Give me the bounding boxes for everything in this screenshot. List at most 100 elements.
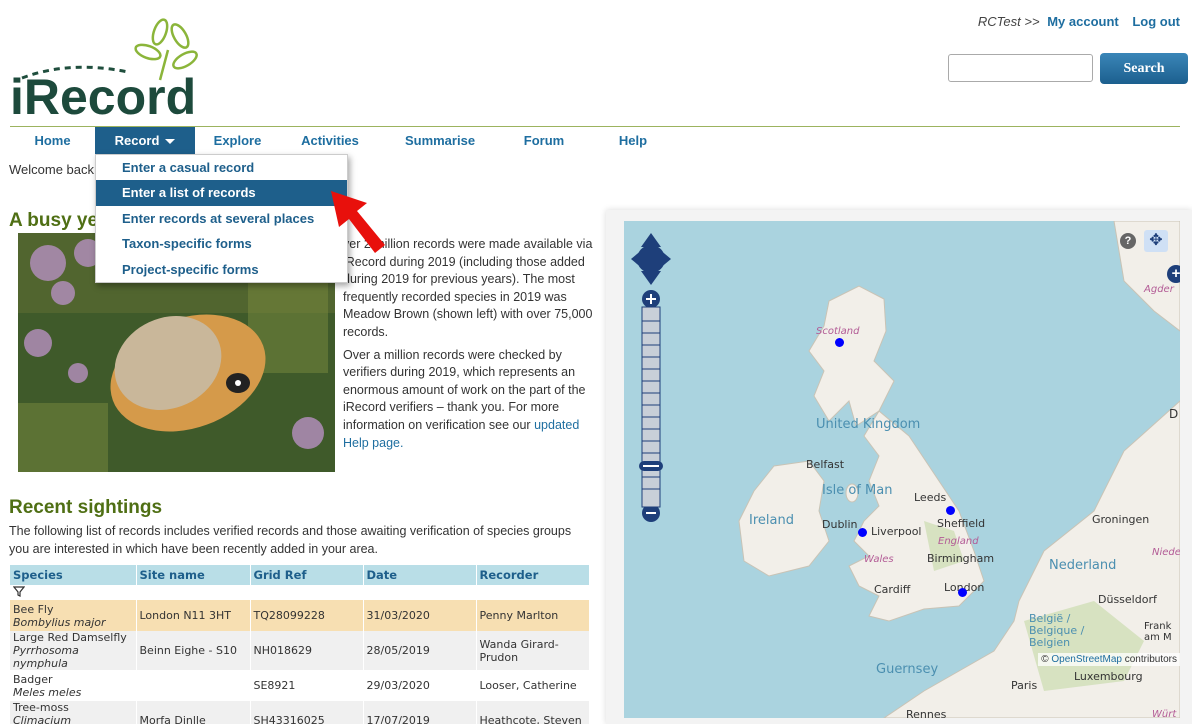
sightings-map[interactable]: ? ✥ + Scotland United Kingdom Ireland Be… (624, 221, 1180, 718)
search-button[interactable]: Search (1100, 53, 1188, 84)
species-scientific: Meles meles (13, 685, 82, 699)
nav-help[interactable]: Help (588, 127, 678, 155)
date-cell: 29/03/2020 (363, 670, 477, 701)
species-scientific: Climacium dendroides (13, 714, 72, 724)
species-scientific: Pyrrhosoma nymphula (13, 644, 79, 670)
map-label-agder: Agder (1144, 284, 1174, 295)
map-attribution: © OpenStreetMap contributors (1038, 653, 1180, 666)
map-label-groningen: Groningen (1092, 513, 1150, 526)
osm-link[interactable]: OpenStreetMap (1051, 654, 1122, 665)
menu-list-of-records[interactable]: Enter a list of records (96, 180, 347, 206)
user-bar: RCTest >> My account Log out (978, 14, 1180, 29)
record-dropdown-menu: Enter a casual record Enter a list of re… (95, 154, 348, 283)
map-label-belgie: België / Belgique / Belgien (1029, 612, 1085, 649)
map-label-england: England (938, 536, 979, 547)
recorder-cell: Heathcote, Steven (476, 701, 590, 724)
map-label-uk: United Kingdom (816, 417, 921, 432)
map-label-ireland: Ireland (749, 513, 794, 528)
col-species[interactable]: Species (10, 565, 137, 585)
pointer-arrow-icon (331, 191, 385, 253)
species-scientific: Bombylius major (13, 615, 106, 629)
map-panel: ? ✥ + Scotland United Kingdom Ireland Be… (606, 210, 1192, 724)
map-help-icon[interactable]: ? (1120, 233, 1136, 249)
busy-year-heading: A busy ye (9, 210, 99, 231)
welcome-text: Welcome back (9, 162, 95, 177)
main-nav: Home Record Explore Activities Summarise… (10, 126, 1180, 155)
map-label-nieder: Niede (1152, 547, 1180, 558)
menu-taxon-forms[interactable]: Taxon-specific forms (96, 231, 347, 256)
grid-cell: NH018629 (250, 631, 364, 670)
nav-forum[interactable]: Forum (500, 127, 588, 155)
attribution-suffix: contributors (1124, 654, 1177, 665)
map-record-dot[interactable] (958, 588, 967, 597)
recorder-cell: Wanda Girard-Prudon (476, 631, 590, 670)
table-row[interactable]: Large Red Damselfly Pyrrhosoma nymphula B… (10, 631, 590, 670)
species-common: Bee Fly (13, 602, 54, 616)
col-grid-ref[interactable]: Grid Ref (250, 565, 364, 585)
recorder-cell: Penny Marlton (476, 600, 590, 631)
recent-sightings-heading: Recent sightings (9, 497, 163, 518)
date-cell: 31/03/2020 (363, 600, 477, 631)
map-label-wurt: Würt (1152, 709, 1177, 718)
irecord-logo[interactable]: iRecord (10, 10, 210, 125)
map-zoom-control[interactable] (631, 229, 671, 539)
recorder-cell: Looser, Catherine (476, 670, 590, 701)
map-label-dublin: Dublin (822, 518, 858, 531)
species-common: Large Red Damselfly (13, 631, 127, 644)
nav-record[interactable]: Record (95, 127, 195, 155)
map-record-dot[interactable] (946, 506, 955, 515)
recent-sightings-table: Species Site name Grid Ref Date Recorder… (10, 565, 590, 724)
table-row[interactable]: Tree-mossClimacium dendroides Morfa Dinl… (10, 701, 590, 724)
caret-down-icon (165, 139, 176, 145)
map-record-dot[interactable] (858, 528, 867, 537)
grid-cell: SH43316025 (250, 701, 364, 724)
date-cell: 28/05/2019 (363, 631, 477, 670)
svg-text:iRecord: iRecord (10, 69, 196, 120)
map-label-rennes: Rennes (906, 708, 947, 718)
nav-record-label: Record (114, 133, 160, 148)
table-row[interactable]: Bee Fly Bombylius major London N11 3HT TQ… (10, 600, 590, 631)
map-label-scotland: Scotland (816, 326, 860, 337)
map-pan-icon[interactable]: ✥ (1144, 230, 1168, 252)
map-label-guernsey: Guernsey (876, 662, 939, 677)
nav-activities[interactable]: Activities (280, 127, 380, 155)
search-input[interactable] (948, 54, 1093, 82)
my-account-link[interactable]: My account (1047, 14, 1119, 29)
filter-cell[interactable] (10, 585, 137, 600)
site-cell: London N11 3HT (136, 600, 251, 631)
date-cell: 17/07/2019 (363, 701, 477, 724)
nav-explore[interactable]: Explore (195, 127, 280, 155)
map-label-belfast: Belfast (806, 458, 845, 471)
col-date[interactable]: Date (363, 565, 477, 585)
map-label-paris: Paris (1011, 679, 1038, 692)
site-cell: Beinn Eighe - S10 (136, 631, 251, 670)
map-label-d: D (1169, 407, 1179, 421)
map-label-dusseldorf: Düsseldorf (1098, 593, 1157, 606)
map-label-nederland: Nederland (1049, 558, 1117, 573)
species-common: Badger (13, 672, 53, 686)
menu-casual-record[interactable]: Enter a casual record (96, 155, 347, 180)
map-layer-expand-icon[interactable]: + (1167, 265, 1180, 283)
menu-project-forms[interactable]: Project-specific forms (96, 257, 347, 282)
site-cell (136, 670, 251, 701)
intro-text: ver 2 million records were made availabl… (343, 236, 593, 457)
grid-cell: SE8921 (250, 670, 364, 701)
map-label-wales: Wales (864, 554, 894, 565)
nav-home[interactable]: Home (10, 127, 95, 155)
map-record-dot[interactable] (835, 338, 844, 347)
map-label-isle-of-man: Isle of Man (822, 483, 893, 498)
logout-link[interactable]: Log out (1132, 14, 1180, 29)
filter-icon[interactable] (12, 585, 26, 597)
menu-several-places[interactable]: Enter records at several places (96, 206, 347, 231)
map-label-leeds: Leeds (914, 491, 947, 504)
table-row[interactable]: Badger Meles meles SE8921 29/03/2020 Loos… (10, 670, 590, 701)
col-recorder[interactable]: Recorder (476, 565, 590, 585)
map-label-liverpool: Liverpool (871, 525, 922, 538)
map-label-cardiff: Cardiff (874, 583, 911, 596)
map-label-birmingham: Birmingham (927, 552, 995, 565)
species-common: Tree-moss (13, 701, 69, 714)
intro-paragraph-2: Over a million records were checked by v… (343, 347, 593, 453)
site-cell: Morfa Dinlle (136, 701, 251, 724)
nav-summarise[interactable]: Summarise (380, 127, 500, 155)
col-site-name[interactable]: Site name (136, 565, 251, 585)
